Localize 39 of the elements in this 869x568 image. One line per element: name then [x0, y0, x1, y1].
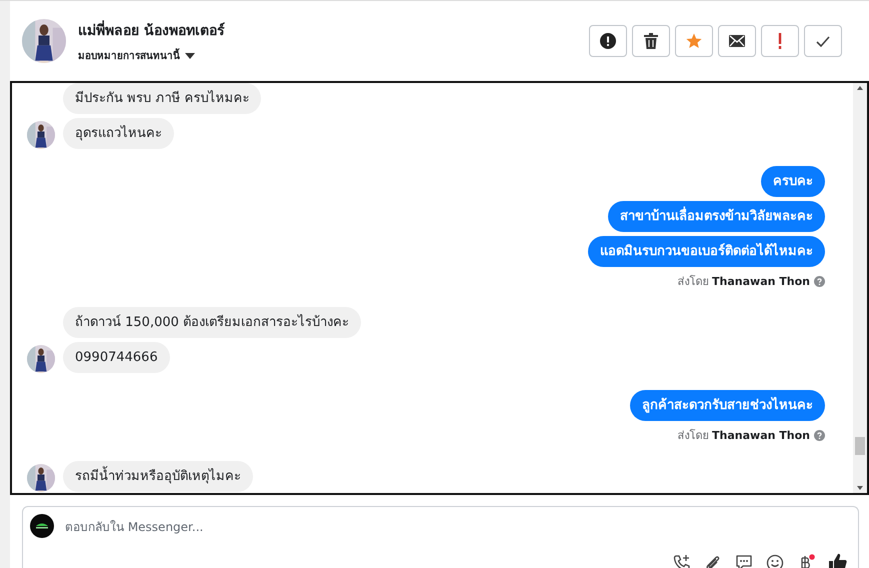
check-icon: [816, 36, 830, 46]
add-call-icon[interactable]: [673, 554, 691, 568]
message-bubble: แอดมินรบกวนขอเบอร์ติดต่อได้ไหมคะ: [588, 236, 825, 267]
emoji-icon[interactable]: [766, 554, 784, 568]
exclamation-button[interactable]: [761, 25, 799, 57]
check-button[interactable]: [804, 25, 842, 57]
alert-icon: [600, 33, 616, 49]
message-bubble: สาขาบ้านเลื่อมตรงข้ามวิลัยพละคะ: [608, 201, 825, 232]
message-bubble: รถมีน้ำท่วมหรืออุบัติเหตุไมคะ: [63, 461, 253, 492]
mail-icon: [729, 35, 745, 47]
attachment-icon[interactable]: [704, 554, 722, 568]
page-logo-icon: [30, 514, 54, 538]
mail-button[interactable]: [718, 25, 756, 57]
message-bubble: อุดรแถวไหนคะ: [63, 118, 174, 149]
reply-placeholder: ตอบกลับใน Messenger...: [65, 518, 204, 536]
help-icon[interactable]: [814, 276, 825, 286]
message-bubble: ถ้าดาวน์ 150,000 ต้องเตรียมเอกสารอะไรบ้างคะ: [63, 307, 362, 338]
message-bubble: 0990744666: [63, 342, 170, 373]
reply-box[interactable]: ตอบกลับใน Messenger...: [22, 506, 859, 568]
star-icon: [686, 33, 702, 49]
scroll-thumb[interactable]: [855, 437, 865, 455]
scrollbar[interactable]: [0, 1, 10, 568]
thumbs-up-icon[interactable]: [828, 552, 848, 568]
scrollbar[interactable]: [853, 83, 867, 493]
chat-icon[interactable]: [735, 554, 753, 568]
sent-by-label: ส่งโดย Thanawan Thon: [678, 274, 810, 290]
delete-button[interactable]: [632, 25, 670, 57]
message-bubble: ครบคะ: [761, 166, 825, 197]
alert-button[interactable]: [589, 25, 627, 57]
contact-name: แม่พี่พลอย น้องพอทเตอร์: [78, 19, 225, 41]
sent-by-label: ส่งโดย Thanawan Thon: [678, 428, 810, 444]
trash-icon: [644, 33, 658, 49]
message-bubble: มีประกัน พรบ ภาษี ครบไหมคะ: [63, 83, 262, 114]
assign-dropdown[interactable]: มอบหมายการสนทนานี้: [78, 48, 225, 63]
help-icon[interactable]: [814, 430, 825, 440]
caret-icon: [185, 52, 195, 58]
exclamation-icon: [778, 33, 782, 49]
star-button[interactable]: [675, 25, 713, 57]
message-bubble: ลูกค้าสะดวกรับสายช่วงไหนคะ: [630, 390, 825, 421]
